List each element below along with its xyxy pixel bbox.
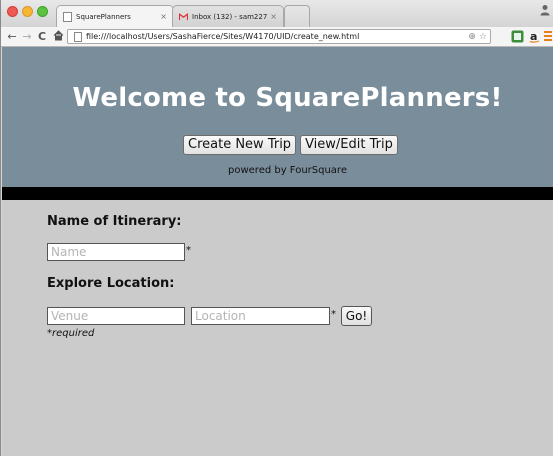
site-header: Welcome to SquarePlanners! Create New Tr… (2, 47, 553, 187)
new-tab-button[interactable] (284, 5, 310, 27)
location-input[interactable] (191, 307, 330, 325)
tab-inbox[interactable]: Inbox (132) - sam2270@... × (172, 5, 284, 27)
required-marker: * (331, 309, 336, 320)
browser-toolbar: ← → C file:///localhost/Users/SashaFierc… (1, 27, 553, 47)
powered-by-text: powered by FourSquare (228, 165, 347, 176)
tab-strip: SquarePlanners × Inbox (132) - sam2270@.… (1, 0, 553, 27)
window-maximize-button[interactable] (37, 6, 48, 17)
url-text: file:///localhost/Users/SashaFierce/Site… (86, 32, 360, 41)
menu-icon[interactable] (544, 31, 552, 42)
explore-location-label: Explore Location: (47, 276, 175, 291)
close-icon[interactable]: × (160, 12, 167, 21)
address-bar[interactable]: file:///localhost/Users/SashaFierce/Site… (67, 29, 491, 44)
header-nav: Create New Trip View/Edit Trip (183, 135, 398, 155)
extension-icon[interactable] (511, 30, 524, 43)
tab-title: SquarePlanners (76, 12, 131, 21)
required-marker: * (186, 245, 191, 256)
itinerary-name-label: Name of Itinerary: (47, 214, 182, 229)
page-title: Welcome to SquarePlanners! (72, 83, 503, 113)
amazon-extension-icon[interactable]: a (528, 30, 541, 43)
document-icon (63, 11, 72, 22)
itinerary-name-input[interactable] (47, 243, 185, 261)
bookmark-star-icon[interactable]: ☆ (479, 32, 487, 42)
window-minimize-button[interactable] (22, 6, 33, 17)
close-icon[interactable]: × (270, 12, 277, 21)
forward-arrow-icon[interactable]: → (21, 30, 33, 43)
home-icon[interactable] (52, 30, 64, 43)
tab-title: Inbox (132) - sam2270@... (192, 12, 268, 21)
browser-window: SquarePlanners × Inbox (132) - sam2270@.… (0, 0, 553, 456)
go-button[interactable]: Go! (341, 306, 372, 326)
page-icon (74, 31, 82, 42)
reload-icon[interactable]: C (36, 30, 48, 43)
zoom-icon[interactable]: ⊕ (468, 32, 476, 42)
window-close-button[interactable] (7, 6, 18, 17)
create-new-trip-button[interactable]: Create New Trip (183, 135, 297, 155)
gmail-icon (179, 12, 188, 22)
svg-text:a: a (530, 30, 537, 43)
profile-icon[interactable] (540, 4, 550, 16)
tab-squareplanners[interactable]: SquarePlanners × (56, 5, 174, 27)
itinerary-form: Name of Itinerary: * Explore Location: *… (2, 200, 553, 456)
page-content: Welcome to SquarePlanners! Create New Tr… (2, 47, 553, 456)
required-note: *required (47, 328, 95, 339)
back-arrow-icon[interactable]: ← (6, 30, 18, 43)
venue-input[interactable] (47, 307, 185, 325)
header-divider (2, 187, 553, 200)
view-edit-trip-button[interactable]: View/Edit Trip (300, 135, 398, 155)
